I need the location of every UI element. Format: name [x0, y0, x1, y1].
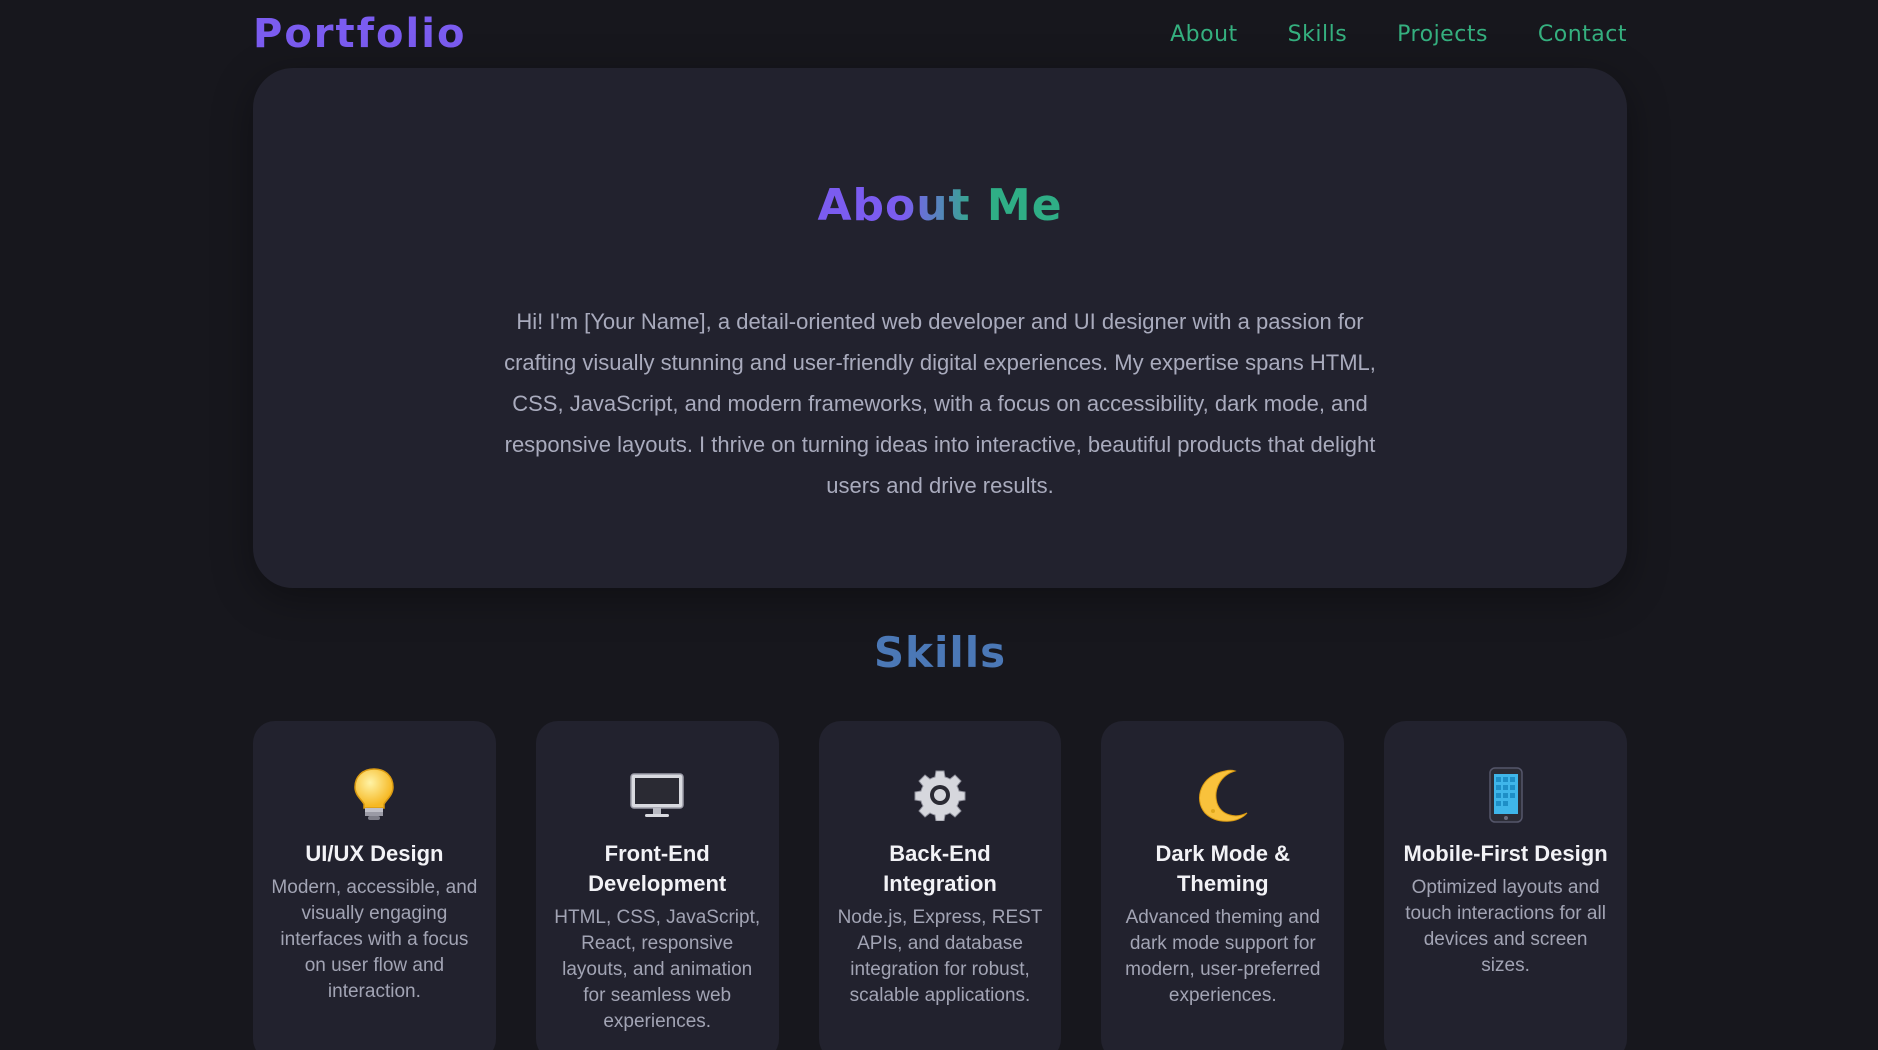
about-title: About Me [817, 180, 1063, 231]
skill-title: Dark Mode & Theming [1155, 841, 1291, 896]
skill-card-dark-mode: Dark Mode & Theming Advanced theming and… [1101, 721, 1345, 1050]
skill-card-mobile-first: Mobile-First Design Optimized layouts an… [1384, 721, 1627, 1050]
monitor-icon [629, 767, 685, 823]
nav-link-skills[interactable]: Skills [1288, 22, 1348, 47]
skill-card-ui-ux: UI/UX Design Modern, accessible, and vis… [253, 721, 496, 1050]
site-header: Portfolio About Skills Projects Contact [253, 0, 1627, 68]
skill-description: Advanced theming and dark mode support f… [1125, 907, 1321, 1006]
main-nav: About Skills Projects Contact [1170, 22, 1627, 47]
nav-link-about[interactable]: About [1170, 22, 1238, 47]
skill-card-front-end: Front-End Development HTML, CSS, JavaScr… [535, 721, 779, 1050]
nav-link-contact[interactable]: Contact [1538, 22, 1627, 47]
skill-title: Back-End Integration [883, 841, 997, 896]
skills-title: Skills [873, 628, 1007, 677]
about-section: About Me Hi! I'm [Your Name], a detail-o… [253, 68, 1627, 588]
crescent-moon-icon [1195, 767, 1251, 823]
about-title-wrapper: About Me [253, 180, 1627, 231]
about-body: Hi! I'm [Your Name], a detail-oriented w… [504, 309, 1376, 498]
mobile-phone-icon [1478, 767, 1534, 823]
skills-grid: UI/UX Design Modern, accessible, and vis… [253, 721, 1627, 1050]
skill-title: Front-End Development [588, 841, 727, 896]
page: Portfolio About Skills Projects Contact … [0, 0, 1878, 1050]
skill-description: Modern, accessible, and visually engagin… [271, 877, 478, 1002]
brand-logo[interactable]: Portfolio [253, 11, 466, 57]
skill-title: UI/UX Design [305, 841, 444, 866]
lightbulb-icon [346, 767, 402, 823]
gear-icon [912, 767, 968, 823]
nav-link-projects[interactable]: Projects [1397, 22, 1488, 47]
skill-description: HTML, CSS, JavaScript, React, responsive… [554, 907, 761, 1032]
skill-card-back-end: Back-End Integration Node.js, Express, R… [818, 721, 1062, 1050]
skill-description: Optimized layouts and touch interactions… [1405, 877, 1606, 976]
skill-title: Mobile-First Design [1403, 841, 1608, 866]
skill-description: Node.js, Express, REST APIs, and databas… [837, 907, 1043, 1006]
